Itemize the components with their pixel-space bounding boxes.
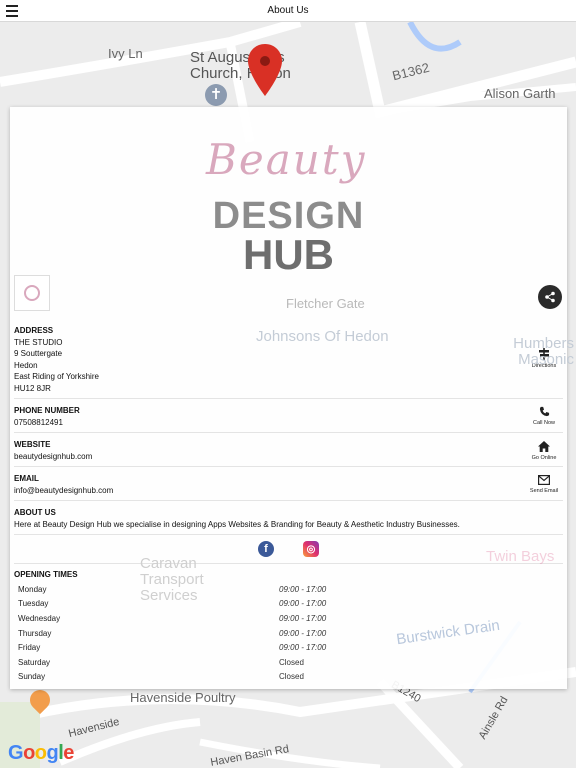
brand-logo: Beauty DESIGN HUB	[10, 107, 567, 278]
go-online-button[interactable]: Go Online	[527, 441, 561, 461]
email-section: EMAIL info@beautydesignhub.com	[14, 473, 563, 496]
home-icon	[538, 441, 550, 452]
divider	[14, 398, 563, 399]
map-label-ivy-lane: Ivy Ln	[108, 46, 143, 61]
address-line: East Riding of Yorkshire	[14, 372, 99, 381]
table-row: Friday 09:00 - 17:00	[14, 640, 563, 655]
day-hours: Closed	[279, 672, 304, 682]
day-name: Wednesday	[18, 613, 61, 623]
day-hours: Closed	[279, 657, 304, 667]
facebook-icon[interactable]: f	[258, 541, 274, 557]
divider	[14, 432, 563, 433]
opening-times-heading: OPENING TIMES	[14, 570, 78, 579]
avatar-logo-icon	[24, 285, 40, 301]
map-label-twin-bays: Twin Bays	[486, 548, 555, 565]
phone-icon	[539, 406, 549, 417]
table-row: Sunday Closed	[14, 670, 563, 685]
divider	[14, 500, 563, 501]
table-row: Monday 09:00 - 17:00	[14, 582, 563, 597]
map-label-alison-garth: Alison Garth	[484, 86, 556, 101]
email-heading: EMAIL	[14, 474, 39, 483]
map-pin-icon[interactable]	[248, 44, 282, 96]
day-name: Friday	[18, 643, 41, 653]
table-row: Saturday Closed	[14, 655, 563, 670]
share-icon	[545, 291, 555, 303]
email-value[interactable]: info@beautydesignhub.com	[14, 485, 563, 497]
day-hours: 09:00 - 17:00	[279, 584, 327, 594]
instagram-glyph: ◎	[306, 543, 316, 555]
send-email-button[interactable]: Send Email	[527, 475, 561, 494]
facebook-glyph: f	[264, 543, 268, 555]
divider	[14, 563, 563, 564]
logo-script-text: Beauty	[206, 135, 367, 184]
map-label-havenside-poultry: Havenside Poultry	[130, 690, 236, 705]
opening-times-section: OPENING TIMES	[14, 569, 563, 581]
address-line: HU12 8JR	[14, 383, 51, 393]
page-title: About Us	[267, 5, 309, 16]
business-avatar	[14, 275, 50, 311]
website-section: WEBSITE beautydesignhub.com	[14, 439, 563, 462]
day-hours: 09:00 - 17:00	[279, 613, 327, 623]
about-section: ABOUT US Here at Beauty Design Hub we sp…	[14, 507, 563, 530]
map-label-humbers-masonic: Humbers Masonic	[513, 335, 574, 368]
logo-hub-text: HUB	[243, 231, 334, 278]
day-name: Sunday	[18, 672, 46, 682]
map-label-fletcher-gate: Fletcher Gate	[286, 296, 365, 311]
top-bar: About Us	[0, 0, 576, 22]
call-now-button[interactable]: Call Now	[527, 406, 561, 426]
phone-section: PHONE NUMBER 07508812491	[14, 405, 563, 428]
day-name: Saturday	[18, 657, 51, 667]
day-hours: 09:00 - 17:00	[279, 599, 327, 609]
google-logo: Google	[8, 742, 74, 764]
website-value[interactable]: beautydesignhub.com	[14, 451, 563, 463]
business-info-card: Beauty DESIGN HUB ADDRESS THE STUDIO 9 S…	[10, 107, 567, 689]
phone-heading: PHONE NUMBER	[14, 406, 80, 415]
instagram-icon[interactable]: ◎	[303, 541, 319, 557]
website-heading: WEBSITE	[14, 440, 51, 449]
divider	[14, 534, 563, 535]
about-text: Here at Beauty Design Hub we specialise …	[14, 519, 460, 529]
map-label-johnsons: Johnsons Of Hedon	[256, 328, 389, 345]
call-now-label: Call Now	[532, 420, 555, 426]
phone-value[interactable]: 07508812491	[14, 417, 563, 429]
envelope-icon	[538, 475, 550, 485]
table-row: Tuesday 09:00 - 17:00	[14, 597, 563, 612]
about-heading: ABOUT US	[14, 508, 56, 517]
day-name: Thursday	[18, 628, 52, 638]
go-online-label: Go Online	[531, 455, 557, 461]
share-button[interactable]	[538, 285, 562, 309]
church-icon: ✝	[205, 84, 227, 106]
map-label-caravan-transport: Caravan Transport Services	[140, 555, 204, 604]
send-email-label: Send Email	[529, 488, 559, 494]
divider	[14, 466, 563, 467]
